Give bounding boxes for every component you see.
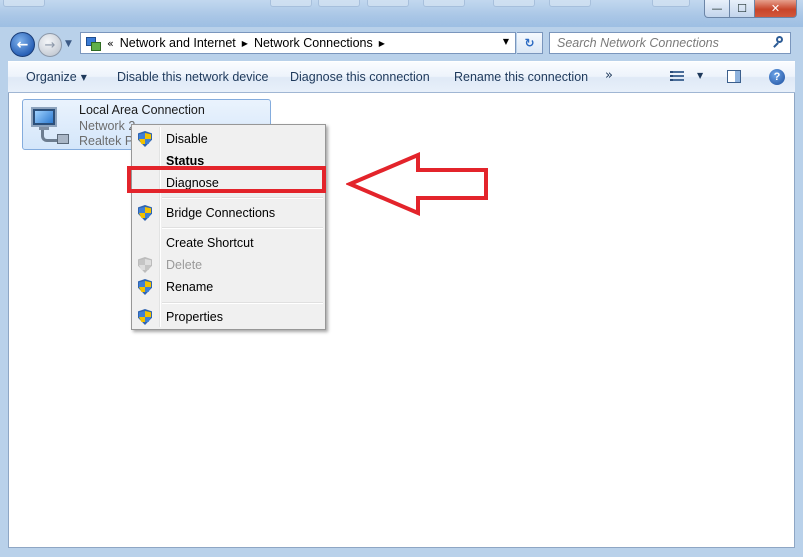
menu-item-rename[interactable]: Rename: [166, 280, 213, 294]
background-tab-ghost: [270, 0, 312, 7]
uac-shield-icon: [138, 131, 152, 147]
connection-name: Local Area Connection: [79, 103, 205, 117]
back-arrow-icon: ←: [16, 36, 29, 53]
window-controls: — ☐ ✕: [704, 0, 797, 18]
context-menu: Disable Status Diagnose Bridge Connectio…: [131, 124, 326, 330]
back-button[interactable]: ←: [10, 32, 35, 57]
menu-item-disable[interactable]: Disable: [166, 132, 208, 146]
breadcrumb-network-connections[interactable]: Network Connections: [254, 36, 373, 50]
forward-arrow-icon: →: [44, 37, 56, 53]
recent-pages-button[interactable]: ▼: [65, 39, 72, 49]
preview-pane-icon[interactable]: [727, 70, 741, 83]
forward-button[interactable]: →: [38, 33, 62, 57]
help-icon[interactable]: ?: [769, 69, 785, 85]
address-row: ← → ▼ « Network and Internet ▶ Network C…: [0, 27, 803, 60]
menu-item-delete: Delete: [166, 258, 203, 272]
disable-device-button[interactable]: Disable this network device: [117, 70, 268, 84]
chevron-down-icon: ▼: [65, 39, 72, 49]
command-toolbar: Organize ▼ Disable this network device Di…: [8, 61, 795, 93]
search-box[interactable]: [549, 32, 791, 54]
menu-item-bridge-connections[interactable]: Bridge Connections: [166, 206, 275, 220]
background-tab-ghost: [3, 0, 45, 7]
annotation-arrow-icon: [346, 152, 488, 216]
menu-separator: [162, 197, 323, 199]
window-title-bar[interactable]: — ☐ ✕: [0, 0, 803, 27]
diagnose-connection-button[interactable]: Diagnose this connection: [290, 70, 430, 84]
overflow-chevron-icon[interactable]: «: [107, 37, 114, 50]
menu-separator: [162, 302, 323, 304]
breadcrumb-arrow-icon[interactable]: ▶: [242, 39, 248, 48]
background-tab-ghost: [652, 0, 690, 7]
change-view-icon[interactable]: [670, 70, 684, 84]
uac-shield-icon: [138, 205, 152, 221]
menu-separator: [162, 227, 323, 229]
uac-shield-icon: [138, 279, 152, 295]
background-tab-ghost: [549, 0, 591, 7]
more-commands-button[interactable]: »: [605, 68, 613, 83]
maximize-icon: ☐: [737, 2, 747, 15]
background-tab-ghost: [367, 0, 409, 7]
close-button[interactable]: ✕: [754, 0, 797, 18]
breadcrumb-network-and-internet[interactable]: Network and Internet: [120, 36, 236, 50]
address-dropdown-icon[interactable]: ▼: [503, 37, 509, 46]
maximize-button[interactable]: ☐: [729, 0, 755, 18]
refresh-button[interactable]: ↻: [517, 32, 543, 54]
network-location-icon: [85, 36, 101, 51]
diagnose-highlight-box: [127, 166, 326, 193]
chevron-down-icon: ▼: [80, 73, 87, 82]
address-bar[interactable]: « Network and Internet ▶ Network Connect…: [80, 32, 516, 54]
background-tab-ghost: [318, 0, 360, 7]
search-input[interactable]: [557, 36, 762, 50]
uac-shield-icon: [138, 257, 152, 273]
breadcrumb-arrow-icon[interactable]: ▶: [379, 39, 385, 48]
view-options-chevron-icon[interactable]: ▼: [697, 71, 703, 80]
search-icon[interactable]: [773, 36, 784, 48]
background-tab-ghost: [423, 0, 465, 7]
background-tab-ghost: [493, 0, 535, 7]
window-bottom-frame: [0, 548, 803, 557]
network-adapter-icon: [27, 104, 69, 146]
minimize-button[interactable]: —: [704, 0, 730, 18]
minimize-icon: —: [711, 2, 723, 15]
rename-connection-button[interactable]: Rename this connection: [454, 70, 588, 84]
menu-item-properties[interactable]: Properties: [166, 310, 223, 324]
uac-shield-icon: [138, 309, 152, 325]
organize-button[interactable]: Organize ▼: [26, 70, 87, 84]
close-icon: ✕: [770, 2, 781, 15]
refresh-icon: ↻: [524, 36, 535, 50]
menu-item-create-shortcut[interactable]: Create Shortcut: [166, 236, 254, 250]
organize-label: Organize: [26, 70, 77, 84]
